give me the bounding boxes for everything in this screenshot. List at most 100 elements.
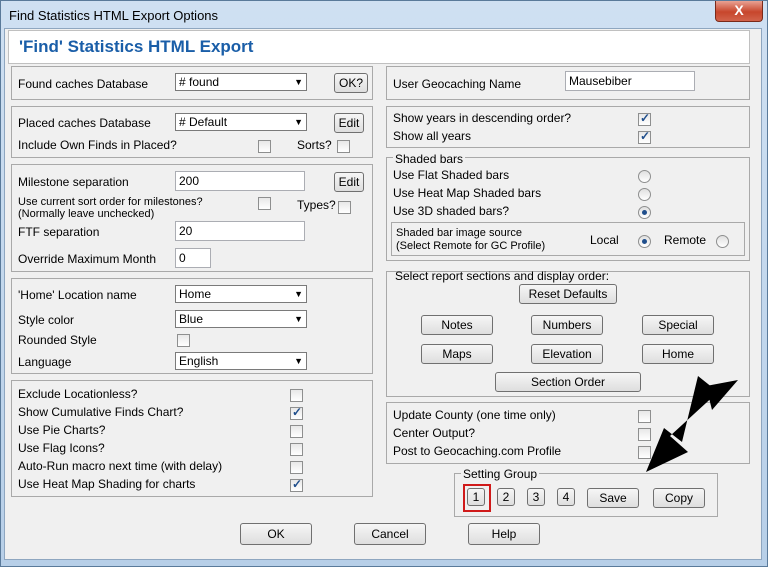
include-own-finds-checkbox[interactable] [258, 140, 271, 153]
help-button[interactable]: Help [468, 523, 540, 545]
radio-selected-dot [642, 210, 647, 215]
radio-selected-dot [642, 239, 647, 244]
copy-group-button[interactable]: Copy [653, 488, 705, 508]
style-color-value: Blue [179, 312, 204, 326]
page-title: 'Find' Statistics HTML Export [19, 37, 254, 56]
types-checkbox[interactable] [338, 201, 351, 214]
types-label: Types? [297, 198, 336, 212]
ftf-input[interactable]: 20 [175, 221, 305, 241]
annotation-arrow-icon [646, 376, 738, 472]
chart-options-group: Exclude Locationless? Show Cumulative Fi… [11, 380, 373, 497]
years-group: Show years in descending order? ✓ Show a… [386, 106, 750, 148]
found-db-select[interactable]: # found ▼ [175, 73, 307, 91]
user-name-value: Mausebiber [569, 74, 632, 88]
user-name-label: User Geocaching Name [393, 77, 522, 91]
found-ok-button[interactable]: OK? [334, 73, 368, 93]
milestone-input[interactable]: 200 [175, 171, 305, 191]
section-order-button[interactable]: Section Order [495, 372, 641, 392]
chevron-down-icon: ▼ [294, 289, 303, 299]
ok-button[interactable]: OK [240, 523, 312, 545]
found-db-label: Found caches Database [18, 77, 149, 91]
setting-group-4-button[interactable]: 4 [557, 488, 575, 506]
milestone-label: Milestone separation [18, 175, 129, 189]
remote-radio[interactable] [716, 235, 729, 248]
page-header: 'Find' Statistics HTML Export [8, 30, 750, 64]
save-group-button[interactable]: Save [587, 488, 639, 508]
center-output-label: Center Output? [393, 426, 476, 440]
reset-defaults-button[interactable]: Reset Defaults [519, 284, 617, 304]
shaded-bars-group: Shaded bars Use Flat Shaded bars Use Hea… [386, 152, 750, 261]
check-icon: ✓ [292, 477, 303, 491]
override-month-input[interactable]: 0 [175, 248, 211, 268]
flag-icons-label: Use Flag Icons? [18, 441, 105, 455]
milestone-sort-checkbox[interactable] [258, 197, 271, 210]
locationless-label: Exclude Locationless? [18, 387, 138, 401]
heat-map-shaded-radio[interactable] [638, 188, 651, 201]
elevation-section-button[interactable]: Elevation [531, 344, 603, 364]
three-d-shaded-label: Use 3D shaded bars? [393, 204, 510, 218]
flag-icons-checkbox[interactable] [290, 443, 303, 456]
rounded-style-label: Rounded Style [18, 333, 97, 347]
all-years-checkbox[interactable]: ✓ [638, 129, 651, 144]
style-color-select[interactable]: Blue ▼ [175, 310, 307, 328]
found-db-group: Found caches Database # found ▼ OK? [11, 66, 373, 100]
sorts-label: Sorts? [297, 138, 332, 152]
placed-db-select[interactable]: # Default ▼ [175, 113, 307, 131]
heat-map-charts-checkbox[interactable]: ✓ [290, 477, 303, 492]
found-db-value: # found [179, 75, 220, 89]
home-location-select[interactable]: Home ▼ [175, 285, 307, 303]
numbers-section-button[interactable]: Numbers [531, 315, 603, 335]
local-label: Local [590, 233, 619, 247]
heat-map-charts-label: Use Heat Map Shading for charts [18, 477, 196, 491]
image-source-label: Shaded bar image source [396, 227, 522, 239]
flat-shaded-radio[interactable] [638, 170, 651, 183]
user-name-input[interactable]: Mausebiber [565, 71, 695, 91]
setting-group-2-button[interactable]: 2 [497, 488, 515, 506]
milestone-edit-button[interactable]: Edit [334, 172, 364, 192]
pie-charts-label: Use Pie Charts? [18, 423, 106, 437]
cancel-button[interactable]: Cancel [354, 523, 426, 545]
placed-db-value: # Default [179, 115, 228, 129]
placed-edit-button[interactable]: Edit [334, 113, 364, 133]
window-title: Find Statistics HTML Export Options [9, 8, 219, 23]
check-icon: ✓ [292, 405, 303, 419]
placed-db-group: Placed caches Database # Default ▼ Edit … [11, 106, 373, 158]
milestone-sort-note: (Normally leave unchecked) [18, 208, 155, 220]
milestone-group: Milestone separation 200 Edit Use curren… [11, 164, 373, 272]
close-button[interactable]: X [715, 1, 763, 22]
all-years-label: Show all years [393, 129, 472, 143]
pie-charts-checkbox[interactable] [290, 425, 303, 438]
flat-shaded-label: Use Flat Shaded bars [393, 168, 510, 182]
special-section-button[interactable]: Special [642, 315, 714, 335]
locationless-checkbox[interactable] [290, 389, 303, 402]
setting-group-3-button[interactable]: 3 [527, 488, 545, 506]
notes-section-button[interactable]: Notes [421, 315, 493, 335]
desc-years-checkbox[interactable]: ✓ [638, 111, 651, 126]
three-d-shaded-radio[interactable] [638, 206, 651, 219]
milestone-value: 200 [179, 174, 200, 188]
sorts-checkbox[interactable] [337, 140, 350, 153]
setting-group-title: Setting Group [461, 467, 540, 481]
auto-run-checkbox[interactable] [290, 461, 303, 474]
image-source-note: (Select Remote for GC Profile) [396, 240, 546, 252]
placed-db-label: Placed caches Database [18, 116, 151, 130]
chevron-down-icon: ▼ [294, 356, 303, 366]
home-location-label: 'Home' Location name [18, 288, 137, 302]
maps-section-button[interactable]: Maps [421, 344, 493, 364]
check-icon: ✓ [640, 129, 651, 143]
language-value: English [179, 354, 219, 368]
check-icon: ✓ [640, 111, 651, 125]
rounded-style-checkbox[interactable] [177, 334, 190, 347]
remote-label: Remote [664, 233, 707, 247]
override-month-label: Override Maximum Month [18, 252, 157, 266]
setting-group-1-button[interactable]: 1 [467, 488, 485, 506]
update-county-label: Update County (one time only) [393, 408, 556, 422]
language-select[interactable]: English ▼ [175, 352, 307, 370]
local-radio[interactable] [638, 235, 651, 248]
shaded-bars-title: Shaded bars [393, 152, 466, 166]
chevron-down-icon: ▼ [294, 77, 303, 87]
report-sections-title: Select report sections and display order… [395, 269, 610, 283]
desc-years-label: Show years in descending order? [393, 111, 572, 125]
cumulative-chart-checkbox[interactable]: ✓ [290, 405, 303, 420]
home-location-value: Home [179, 287, 212, 301]
